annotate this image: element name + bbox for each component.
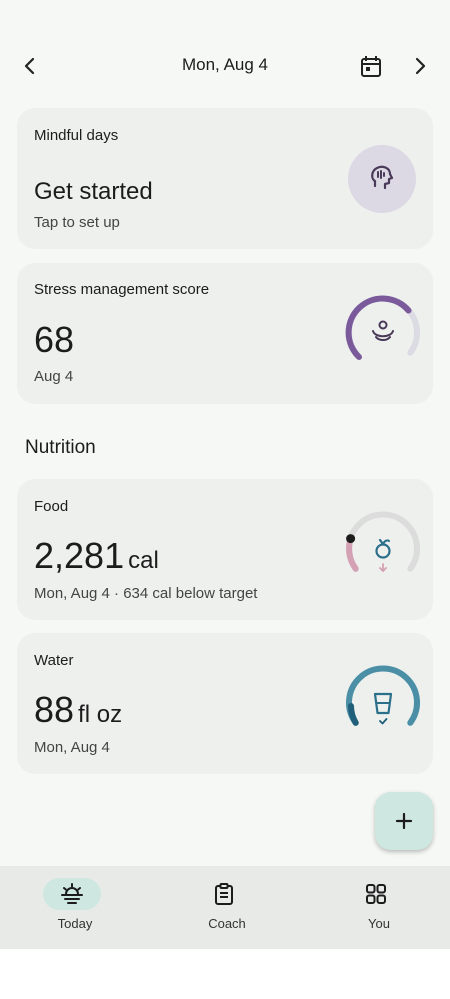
nav-you[interactable]: You xyxy=(304,866,450,949)
mindful-subtitle: Tap to set up xyxy=(34,214,120,231)
bottom-navigation: Today Coach You xyxy=(0,866,450,949)
plus-icon xyxy=(395,812,413,830)
stress-score-label: Stress management score xyxy=(34,281,210,298)
mindful-head-icon xyxy=(348,145,416,213)
next-day-button[interactable] xyxy=(406,52,434,80)
mindful-badge xyxy=(347,144,417,219)
calendar-button[interactable] xyxy=(356,52,386,82)
food-gauge xyxy=(341,507,425,596)
nutrition-heading: Nutrition xyxy=(25,437,96,458)
clipboard-icon xyxy=(215,883,233,905)
grid-icon xyxy=(366,884,386,904)
nav-today[interactable]: Today xyxy=(0,866,150,949)
water-label: Water xyxy=(34,652,74,669)
check-icon xyxy=(379,718,388,725)
food-subtitle: Mon, Aug 4 · 634 cal below target xyxy=(34,585,258,602)
stress-score-card[interactable]: Stress management score 68 Aug 4 xyxy=(17,263,433,404)
nav-coach[interactable]: Coach xyxy=(152,866,302,949)
nav-today-label: Today xyxy=(57,916,93,931)
chevron-right-icon xyxy=(415,57,426,75)
sunrise-icon xyxy=(61,883,83,904)
food-card[interactable]: Food 2,281 cal Mon, Aug 4 · 634 cal below… xyxy=(17,479,433,620)
glass-icon xyxy=(373,692,393,715)
food-calories-value: 2,281 xyxy=(34,535,125,576)
food-progress-arc xyxy=(346,535,359,572)
nav-you-label: You xyxy=(368,916,390,931)
mindful-days-label: Mindful days xyxy=(34,127,119,144)
water-amount: 88 fl oz xyxy=(34,689,122,731)
nav-today-indicator xyxy=(43,878,101,910)
meditation-icon xyxy=(372,320,394,341)
mindful-days-card[interactable]: Mindful days Get started Tap to set up xyxy=(17,108,433,249)
food-calories: 2,281 cal xyxy=(34,535,159,577)
nav-coach-indicator xyxy=(195,878,253,910)
water-card[interactable]: Water 88 fl oz Mon, Aug 4 xyxy=(17,633,433,774)
nav-you-indicator xyxy=(347,878,405,910)
calendar-icon xyxy=(361,56,381,77)
food-marker-dot xyxy=(346,534,356,544)
nav-coach-label: Coach xyxy=(208,916,246,931)
stress-score-gauge xyxy=(341,291,425,380)
system-navigation-area xyxy=(0,949,450,999)
apple-icon xyxy=(375,538,391,559)
water-progress-arc xyxy=(346,665,420,726)
water-gauge xyxy=(341,661,425,750)
water-date: Mon, Aug 4 xyxy=(34,739,110,756)
stress-score-arc xyxy=(345,295,412,360)
water-amount-unit: fl oz xyxy=(78,701,123,728)
arrow-down-icon xyxy=(379,563,387,572)
food-calories-unit: cal xyxy=(128,547,159,574)
add-button[interactable] xyxy=(375,792,433,850)
water-amount-value: 88 xyxy=(34,689,75,730)
stress-score-value: 68 xyxy=(34,319,75,360)
mindful-title: Get started xyxy=(34,178,153,205)
food-label: Food xyxy=(34,498,69,515)
top-app-bar: Mon, Aug 4 xyxy=(0,40,450,92)
stress-score-date: Aug 4 xyxy=(34,368,74,385)
